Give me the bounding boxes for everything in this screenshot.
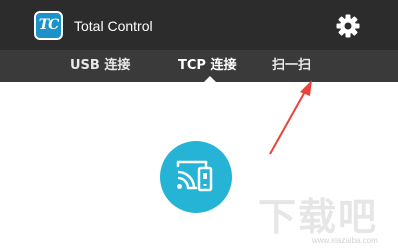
app-bar: TC Total Control <box>0 0 398 50</box>
app-title: Total Control <box>74 18 153 34</box>
gear-icon[interactable] <box>335 13 361 39</box>
screen-cast-button[interactable] <box>160 141 232 213</box>
app-logo: TC <box>34 11 63 40</box>
app-screen: TC Total Control USB 连接 TCP 连接 扫一扫 下载吧 w… <box>0 0 398 250</box>
screen-cast-icon <box>176 160 213 192</box>
tab-bar: USB 连接 TCP 连接 扫一扫 <box>0 50 398 82</box>
tab-scan[interactable]: 扫一扫 <box>272 50 311 82</box>
tab-usb[interactable]: USB 连接 <box>70 50 130 82</box>
watermark-url: www.xiazaiba.com <box>312 236 378 245</box>
watermark: 下载吧 <box>258 194 379 239</box>
